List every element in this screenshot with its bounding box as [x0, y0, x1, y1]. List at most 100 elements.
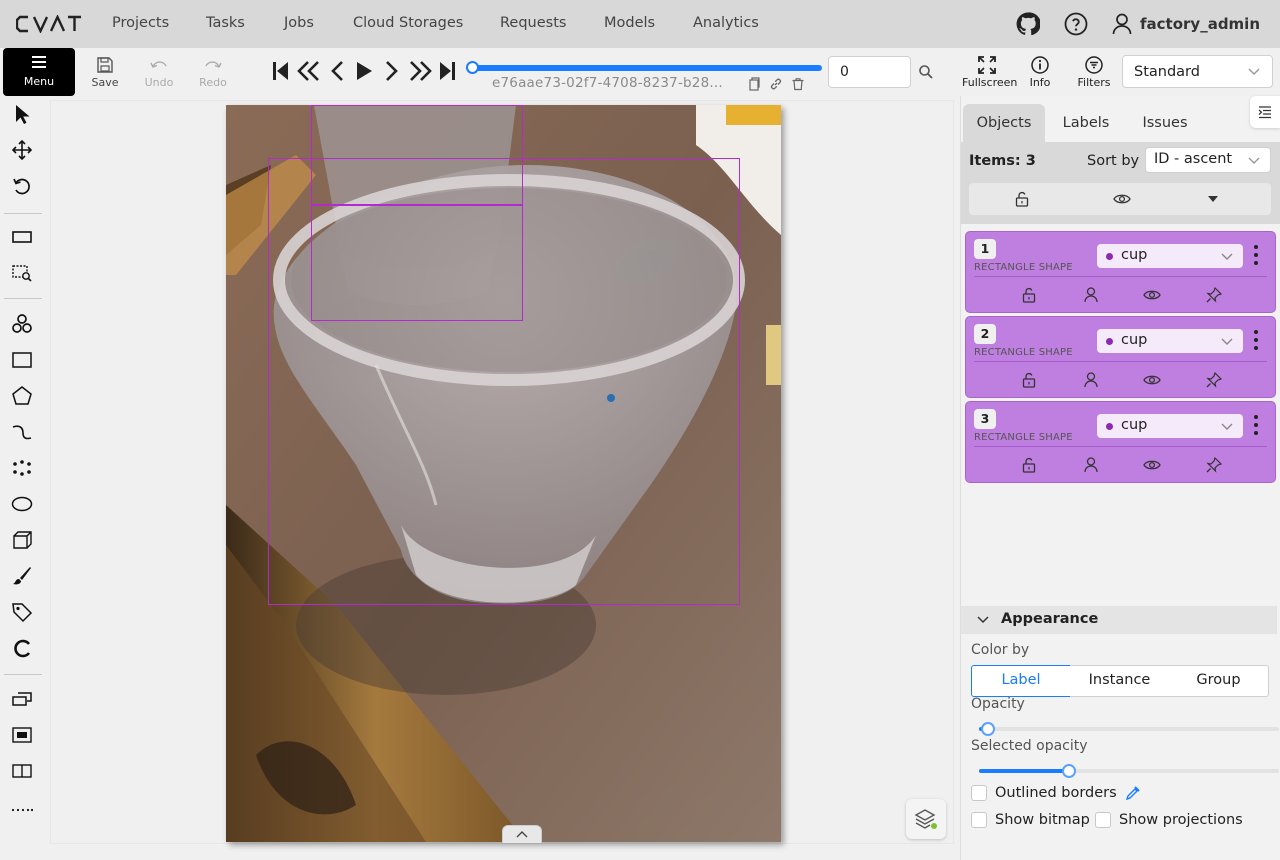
tab-labels[interactable]: Labels — [1051, 104, 1121, 142]
unlock-icon[interactable] — [1022, 372, 1036, 388]
show-bitmap-checkbox[interactable] — [971, 812, 987, 828]
search-icon[interactable] — [918, 64, 934, 80]
expand-canvas-tab[interactable] — [502, 825, 542, 843]
user-icon[interactable] — [1084, 372, 1098, 388]
play-icon[interactable] — [355, 60, 373, 82]
user-menu[interactable]: factory_admin — [1112, 12, 1260, 36]
object-card[interactable]: 2 RECTANGLE SHAPE cup — [965, 316, 1276, 398]
pin-icon[interactable] — [1206, 372, 1222, 388]
previous-frame-icon[interactable] — [329, 60, 345, 82]
bounding-box-cup[interactable] — [268, 158, 740, 605]
tab-objects[interactable]: Objects — [963, 104, 1045, 142]
info-button[interactable]: Info — [1016, 54, 1064, 92]
link-icon[interactable] — [769, 77, 783, 91]
rotate-tool[interactable] — [11, 175, 33, 197]
sidebar-collapse-button[interactable] — [1250, 96, 1280, 128]
fit-image-tool[interactable] — [11, 226, 33, 248]
tab-issues[interactable]: Issues — [1129, 104, 1201, 142]
redo-button[interactable]: Redo — [189, 54, 237, 92]
merge-tool[interactable] — [11, 688, 33, 710]
object-id: 1 — [974, 239, 996, 259]
nav-requests[interactable]: Requests — [500, 15, 566, 31]
cvat-logo[interactable] — [16, 15, 82, 33]
user-icon[interactable] — [1084, 287, 1098, 303]
layers-button[interactable] — [906, 799, 946, 839]
points-tool[interactable] — [11, 457, 33, 479]
unlock-all-icon[interactable] — [1015, 191, 1029, 207]
github-icon[interactable] — [1016, 12, 1040, 36]
delete-frame-icon[interactable] — [791, 77, 805, 91]
nav-analytics[interactable]: Analytics — [693, 15, 759, 31]
eye-icon[interactable] — [1143, 374, 1161, 386]
move-tool[interactable] — [11, 139, 33, 161]
items-count: Items: 3 — [969, 153, 1036, 169]
more-vertical-icon[interactable] — [1252, 244, 1260, 266]
frame-slider[interactable] — [472, 65, 822, 71]
unlock-icon[interactable] — [1022, 287, 1036, 303]
tag-tool[interactable] — [11, 601, 33, 623]
color-by-group-option[interactable]: Group — [1169, 665, 1269, 697]
more-vertical-icon[interactable] — [1252, 414, 1260, 436]
group-tool[interactable] — [11, 724, 33, 746]
appearance-header[interactable]: Appearance — [961, 606, 1277, 634]
nav-jobs[interactable]: Jobs — [284, 15, 314, 31]
user-icon[interactable] — [1084, 457, 1098, 473]
pin-icon[interactable] — [1206, 457, 1222, 473]
polyline-tool[interactable] — [11, 421, 33, 443]
object-label-select[interactable]: cup — [1097, 329, 1243, 353]
eye-icon[interactable] — [1113, 193, 1131, 205]
rotate-icon — [13, 178, 30, 195]
next-frame-icon[interactable] — [384, 60, 400, 82]
object-type: RECTANGLE SHAPE — [974, 432, 1073, 443]
menu-button[interactable]: Menu — [3, 48, 75, 96]
filters-button[interactable]: Filters — [1070, 54, 1118, 92]
object-card[interactable]: 3 RECTANGLE SHAPE cup — [965, 401, 1276, 483]
nav-tasks[interactable]: Tasks — [206, 15, 245, 31]
frame-slider-handle[interactable] — [466, 61, 479, 74]
first-frame-icon[interactable] — [271, 60, 289, 82]
pin-icon[interactable] — [1206, 287, 1222, 303]
save-button[interactable]: Save — [81, 54, 129, 92]
undo-button[interactable]: Undo — [135, 54, 183, 92]
cuboid-tool[interactable] — [11, 529, 33, 551]
sort-select[interactable]: ID - ascent — [1145, 147, 1271, 173]
object-card[interactable]: 1 RECTANGLE SHAPE cup — [965, 231, 1276, 313]
help-icon[interactable] — [1064, 12, 1088, 36]
polygon-tool[interactable] — [11, 385, 33, 407]
eye-icon[interactable] — [1143, 459, 1161, 471]
outlined-borders-checkbox[interactable] — [971, 785, 987, 801]
object-label-select[interactable]: cup — [1097, 414, 1243, 438]
cursor-tool[interactable] — [11, 103, 33, 125]
zoom-region-tool[interactable] — [11, 262, 33, 284]
opencv-tool[interactable] — [11, 637, 33, 659]
selected-opacity-slider-handle[interactable] — [1062, 764, 1076, 778]
opacity-slider-handle[interactable] — [981, 722, 995, 736]
copy-icon[interactable] — [747, 77, 761, 91]
nav-models[interactable]: Models — [604, 15, 655, 31]
brush-tool[interactable] — [11, 565, 33, 587]
show-projections-checkbox[interactable] — [1095, 812, 1111, 828]
caret-down-icon[interactable] — [1207, 195, 1219, 203]
selected-opacity-slider[interactable] — [979, 764, 1279, 778]
rectangle-tool[interactable] — [11, 349, 33, 371]
nav-projects[interactable]: Projects — [112, 15, 169, 31]
color-by-instance-option[interactable]: Instance — [1070, 665, 1170, 697]
object-label-select[interactable]: cup — [1097, 244, 1243, 268]
split-tool[interactable] — [11, 760, 33, 782]
unlock-icon[interactable] — [1022, 457, 1036, 473]
color-picker-icon[interactable] — [1125, 785, 1141, 801]
opacity-slider[interactable] — [979, 722, 1279, 736]
ellipse-tool[interactable] — [11, 493, 33, 515]
eye-icon[interactable] — [1143, 289, 1161, 301]
nav-cloud-storages[interactable]: Cloud Storages — [353, 15, 463, 31]
more-tools[interactable] — [11, 796, 33, 818]
fast-backward-icon[interactable] — [297, 60, 321, 82]
ai-tools[interactable] — [11, 313, 33, 335]
fast-forward-icon[interactable] — [408, 60, 432, 82]
color-by-label-option[interactable]: Label — [971, 665, 1071, 697]
fullscreen-button[interactable]: Fullscreen — [962, 54, 1017, 92]
last-frame-icon[interactable] — [439, 60, 457, 82]
more-vertical-icon[interactable] — [1252, 329, 1260, 351]
workspace-select[interactable]: Standard — [1122, 55, 1273, 88]
frame-number-input[interactable]: 0 — [828, 56, 911, 88]
